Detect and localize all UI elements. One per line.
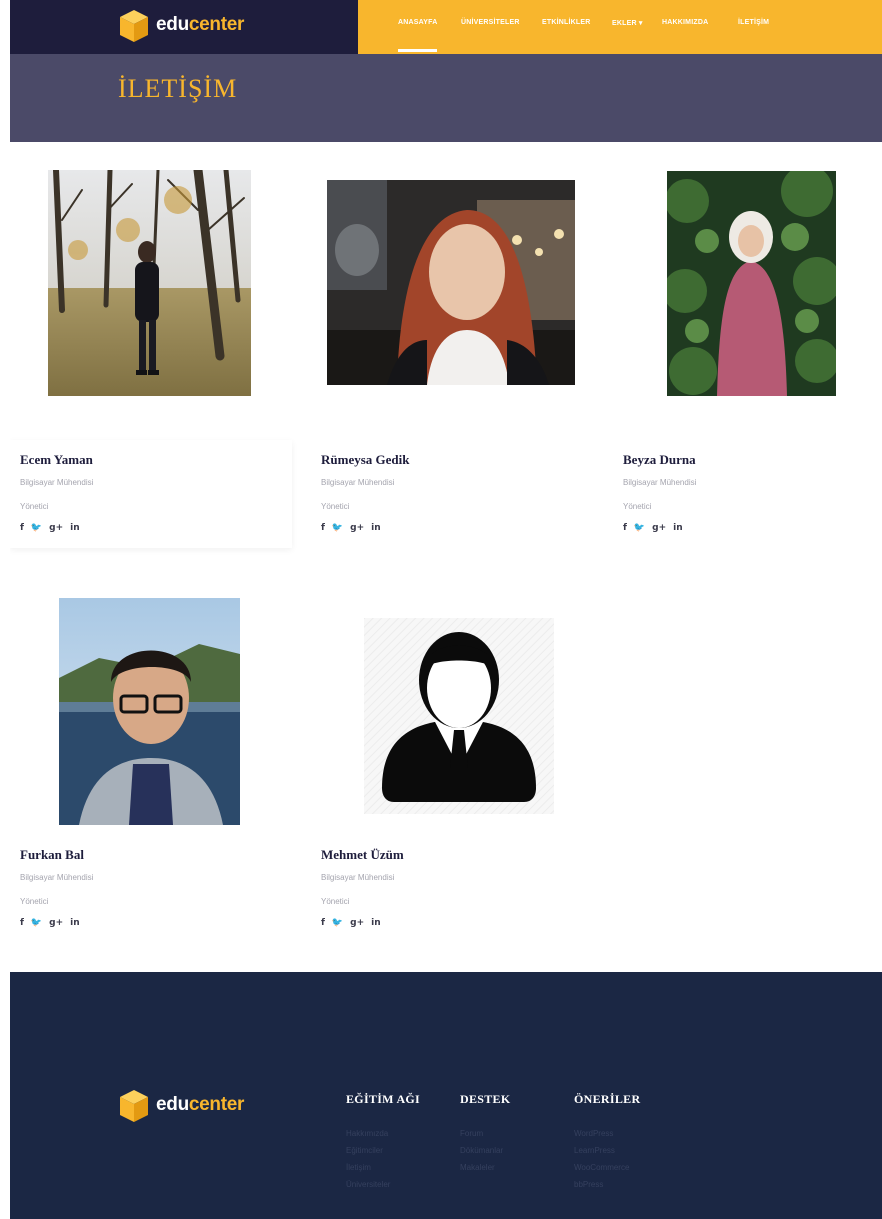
footer-col-heading: EĞİTİM AĞI	[346, 1092, 421, 1106]
linkedin-icon[interactable]: in	[70, 523, 80, 533]
page: educenter ANASAYFA ÜNİVERSİTELER ETKİNLİ…	[10, 0, 882, 1219]
page-banner: İLETİŞİM	[10, 54, 882, 142]
nav-item-iletisim[interactable]: İLETİŞİM	[738, 19, 769, 26]
member-title: Bilgisayar Mühendisi	[623, 478, 697, 487]
member-name: Beyza Durna	[623, 452, 696, 467]
member-title: Bilgisayar Mühendisi	[20, 478, 94, 487]
footer-col-oneriler: ÖNERİLER WordPress LearnPress WooCommerc…	[574, 1092, 640, 1197]
footer-link[interactable]: Dökümanlar	[460, 1146, 511, 1163]
logo-text-prefix: edu	[156, 1094, 189, 1115]
google-plus-icon[interactable]: g+	[652, 523, 666, 533]
footer-col-destek: DESTEK Forum Dökümanlar Makaleler	[460, 1092, 511, 1180]
footer-link[interactable]: Eğitimciler	[346, 1146, 420, 1163]
member-title: Bilgisayar Mühendisi	[321, 478, 395, 487]
linkedin-icon[interactable]: in	[673, 523, 683, 533]
social-links: f 🐦 g+ in	[20, 522, 280, 534]
logo-text-suffix: center	[188, 14, 245, 35]
footer-link[interactable]: Makaleler	[460, 1163, 511, 1180]
page-title: İLETİŞİM	[118, 74, 238, 103]
footer-col-heading: ÖNERİLER	[574, 1092, 641, 1106]
logo-text: educenter	[156, 1094, 244, 1116]
nav-item-hakkimizda[interactable]: HAKKIMIZDA	[662, 19, 708, 26]
footer-link[interactable]: Hakkımızda	[346, 1129, 420, 1146]
twitter-icon[interactable]: 🐦	[332, 523, 343, 533]
footer-logo[interactable]: educenter	[118, 1086, 244, 1124]
facebook-icon[interactable]: f	[321, 523, 325, 533]
logo-cube-icon	[120, 1090, 148, 1122]
linkedin-icon[interactable]: in	[70, 918, 80, 928]
logo-text: educenter	[156, 14, 244, 36]
site-footer: educenter EĞİTİM AĞI Hakkımızda Eğitimci…	[10, 972, 882, 1219]
member-role: Yönetici	[20, 897, 49, 906]
facebook-icon[interactable]: f	[321, 918, 325, 928]
member-role: Yönetici	[20, 502, 49, 511]
social-links: f 🐦 g+ in	[20, 917, 280, 929]
member-name: Mehmet Üzüm	[321, 847, 404, 862]
logo-cube-icon	[120, 10, 148, 42]
member-info-mehmet: Mehmet Üzüm Bilgisayar Mühendisi Yönetic…	[321, 847, 581, 929]
social-links: f 🐦 g+ in	[321, 522, 581, 534]
main-nav: ANASAYFA ÜNİVERSİTELER ETKİNLİKLER EKLER…	[358, 0, 882, 54]
footer-link[interactable]: WooCommerce	[574, 1163, 640, 1180]
twitter-icon[interactable]: 🐦	[634, 523, 645, 533]
member-photo-furkan	[59, 598, 240, 825]
member-role: Yönetici	[321, 502, 350, 511]
member-name: Ecem Yaman	[20, 452, 93, 467]
footer-link[interactable]: WordPress	[574, 1129, 640, 1146]
logo-text-prefix: edu	[156, 14, 189, 35]
nav-item-ekler[interactable]: EKLER ▾	[612, 19, 643, 27]
logo-text-suffix: center	[188, 1094, 245, 1115]
social-links: f 🐦 g+ in	[623, 522, 882, 534]
site-header: educenter ANASAYFA ÜNİVERSİTELER ETKİNLİ…	[10, 0, 882, 54]
member-title: Bilgisayar Mühendisi	[321, 873, 395, 882]
footer-link[interactable]: LearnPress	[574, 1146, 640, 1163]
member-title: Bilgisayar Mühendisi	[20, 873, 94, 882]
member-name: Rümeysa Gedik	[321, 452, 410, 467]
nav-item-universiteler[interactable]: ÜNİVERSİTELER	[461, 19, 520, 26]
facebook-icon[interactable]: f	[20, 523, 24, 533]
twitter-icon[interactable]: 🐦	[31, 918, 42, 928]
social-links: f 🐦 g+ in	[321, 917, 581, 929]
footer-link[interactable]: Forum	[460, 1129, 511, 1146]
google-plus-icon[interactable]: g+	[49, 918, 63, 928]
footer-link[interactable]: bbPress	[574, 1180, 640, 1197]
google-plus-icon[interactable]: g+	[350, 523, 364, 533]
member-info-ecem: Ecem Yaman Bilgisayar Mühendisi Yönetici…	[20, 452, 280, 534]
twitter-icon[interactable]: 🐦	[31, 523, 42, 533]
member-photo-beyza	[667, 171, 836, 396]
member-info-rumeysa: Rümeysa Gedik Bilgisayar Mühendisi Yönet…	[321, 452, 581, 534]
facebook-icon[interactable]: f	[20, 918, 24, 928]
site-logo[interactable]: educenter	[118, 6, 244, 44]
member-photo-mehmet-placeholder-icon	[364, 618, 554, 814]
linkedin-icon[interactable]: in	[371, 918, 381, 928]
member-info-furkan: Furkan Bal Bilgisayar Mühendisi Yönetici…	[20, 847, 280, 929]
footer-link[interactable]: Üniversiteler	[346, 1180, 420, 1197]
member-role: Yönetici	[321, 897, 350, 906]
footer-col-heading: DESTEK	[460, 1092, 511, 1106]
footer-col-egitim-agi: EĞİTİM AĞI Hakkımızda Eğitimciler İletiş…	[346, 1092, 420, 1197]
member-role: Yönetici	[623, 502, 652, 511]
member-photo-ecem	[48, 170, 251, 396]
member-photo-rumeysa	[327, 180, 575, 385]
member-name: Furkan Bal	[20, 847, 84, 862]
twitter-icon[interactable]: 🐦	[332, 918, 343, 928]
facebook-icon[interactable]: f	[623, 523, 627, 533]
member-info-beyza: Beyza Durna Bilgisayar Mühendisi Yönetic…	[623, 452, 882, 534]
linkedin-icon[interactable]: in	[371, 523, 381, 533]
footer-link[interactable]: İletişim	[346, 1163, 420, 1180]
nav-item-anasayfa[interactable]: ANASAYFA	[398, 19, 438, 52]
google-plus-icon[interactable]: g+	[350, 918, 364, 928]
google-plus-icon[interactable]: g+	[49, 523, 63, 533]
nav-item-etkinlikler[interactable]: ETKİNLİKLER	[542, 19, 590, 26]
